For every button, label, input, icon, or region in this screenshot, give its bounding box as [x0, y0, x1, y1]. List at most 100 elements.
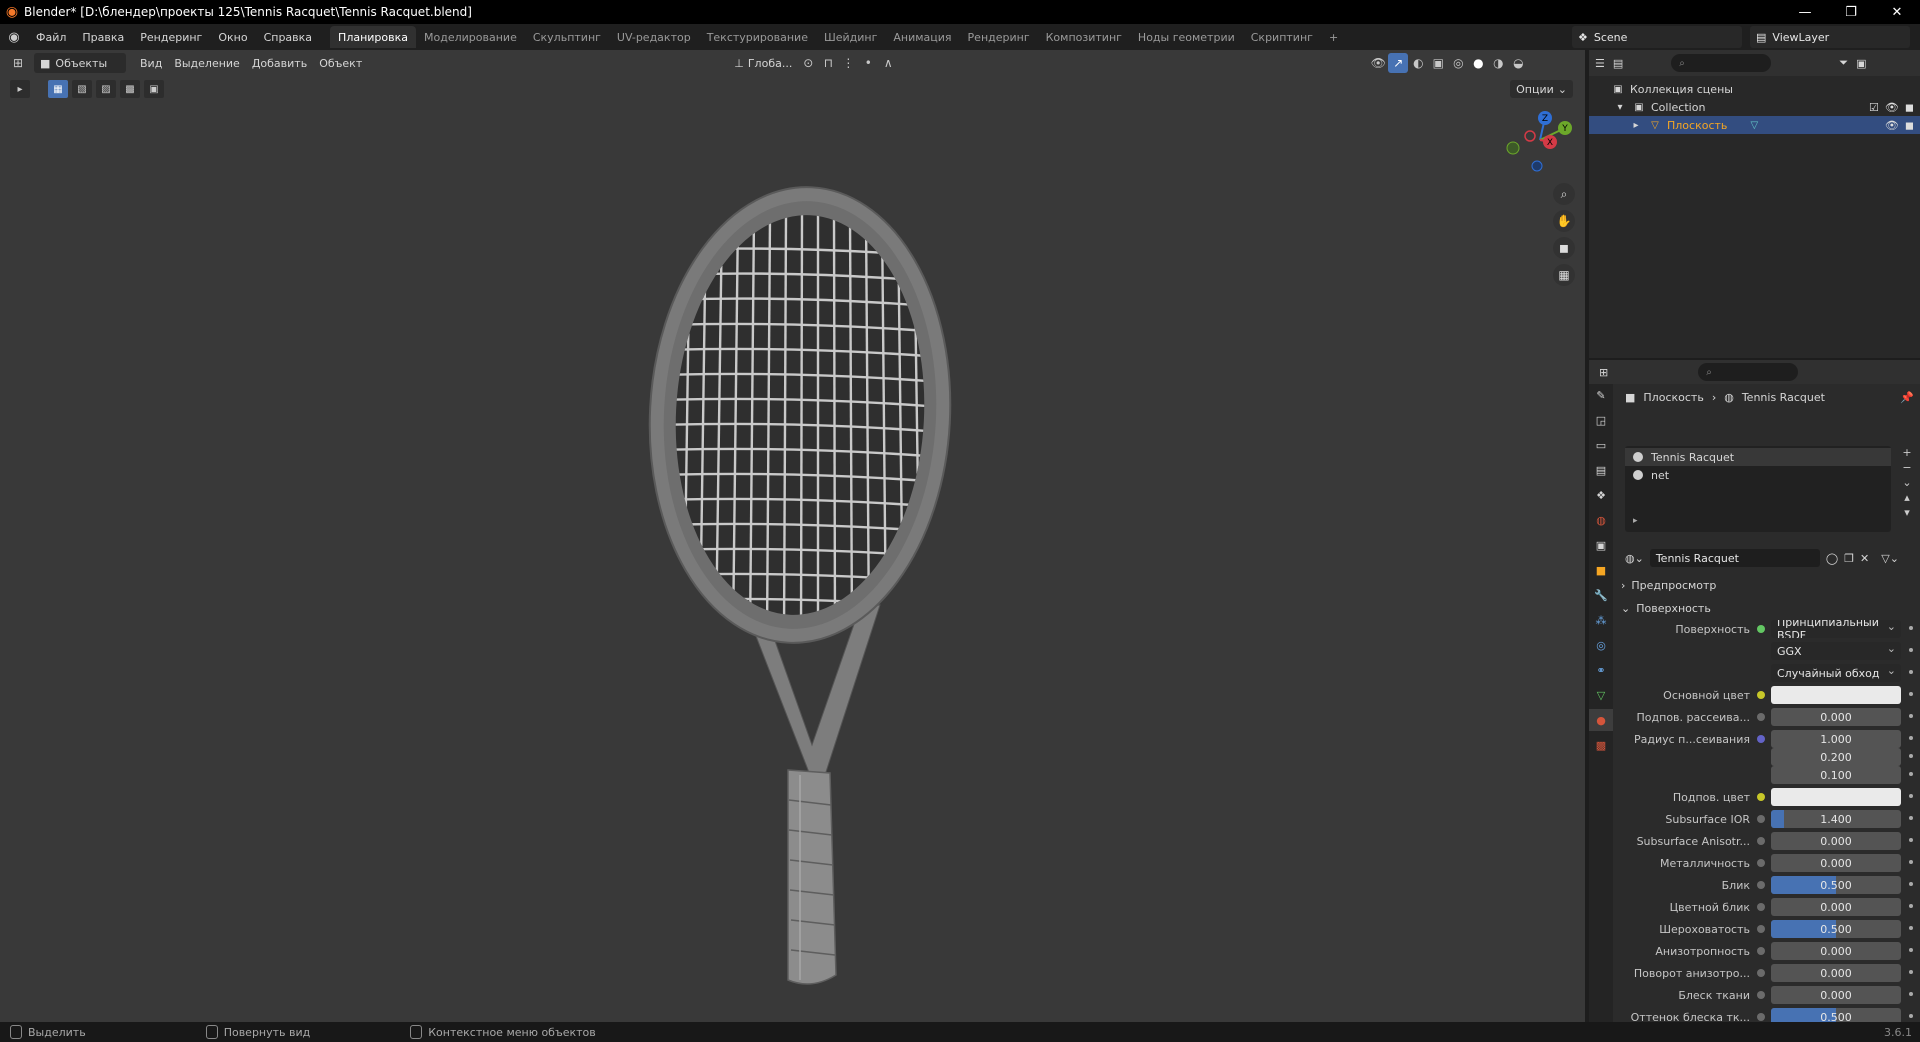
tab-texture-paint[interactable]: Текстурирование — [699, 26, 816, 48]
surface-panel-header[interactable]: ⌄ Поверхность — [1621, 597, 1913, 619]
falloff-icon[interactable]: ∧ — [878, 53, 898, 73]
pivot-point-icon[interactable]: ⊙ — [798, 53, 818, 73]
socket-link-icon[interactable] — [1757, 713, 1765, 721]
maximize-button[interactable]: ❐ — [1828, 0, 1874, 24]
fake-user-icon[interactable]: ◯ — [1826, 552, 1838, 565]
socket-link-icon[interactable] — [1757, 969, 1765, 977]
3d-viewport[interactable]: ⊞ ■ Объекты Вид Выделение Добавить Объек… — [0, 50, 1585, 1022]
render-tab-icon[interactable]: ◲ — [1589, 409, 1613, 431]
display-mode-icon[interactable]: ▤ — [1613, 57, 1623, 70]
shading-material-icon[interactable]: ◑ — [1488, 53, 1508, 73]
world-tab-icon[interactable]: ◍ — [1589, 509, 1613, 531]
menu-select[interactable]: Выделение — [168, 53, 246, 73]
number-slider[interactable]: 1.000 — [1771, 730, 1901, 748]
collection-tab-icon[interactable]: ▣ — [1589, 534, 1613, 556]
exclude-checkbox-icon[interactable]: ☑ — [1869, 101, 1879, 114]
tennis-racket-model[interactable] — [640, 175, 960, 1005]
select-intersect-icon[interactable]: ▣ — [144, 80, 164, 98]
texture-tab-icon[interactable]: ▩ — [1589, 734, 1613, 756]
options-dropdown[interactable]: Опции ⌄ — [1510, 80, 1573, 98]
outliner-editor-icon[interactable]: ☰ — [1595, 57, 1605, 70]
camera-view-icon[interactable]: ◼ — [1553, 237, 1575, 259]
keyframe-dot-icon[interactable] — [1909, 772, 1913, 776]
dropdown-select[interactable]: GGX — [1771, 642, 1901, 660]
scene-selector[interactable]: ❖ Scene — [1572, 26, 1742, 48]
render-camera-icon[interactable]: ◼ — [1905, 119, 1914, 132]
duplicate-material-icon[interactable]: ❐ — [1844, 552, 1854, 565]
tab-animation[interactable]: Анимация — [885, 26, 959, 48]
keyframe-dot-icon[interactable] — [1909, 1014, 1913, 1018]
tool-tab-icon[interactable]: ✎ — [1589, 384, 1613, 406]
navigation-gizmo[interactable]: Z Y X — [1500, 100, 1580, 180]
color-swatch[interactable] — [1771, 788, 1901, 806]
keyframe-dot-icon[interactable] — [1909, 714, 1913, 718]
number-slider[interactable]: 0.500 — [1771, 876, 1901, 894]
tab-sculpting[interactable]: Скульптинг — [525, 26, 609, 48]
slot-specials-icon[interactable]: ⌄ — [1902, 476, 1911, 489]
shading-solid-icon[interactable]: ● — [1468, 53, 1488, 73]
socket-link-icon[interactable] — [1757, 903, 1765, 911]
menu-window[interactable]: Окно — [210, 26, 255, 48]
filter-icon[interactable]: ⏷ — [1839, 56, 1848, 70]
object-row-plane[interactable]: ▸ ▽ Плоскость ▽ 👁 ◼ — [1589, 116, 1920, 134]
hide-eye-icon[interactable]: 👁 — [1885, 119, 1899, 132]
collection-row[interactable]: ▾ ▣ Collection ☑ 👁 ◼ — [1589, 98, 1920, 116]
particles-tab-icon[interactable]: ⁂ — [1589, 609, 1613, 631]
socket-link-icon[interactable] — [1757, 691, 1765, 699]
shading-rendered-icon[interactable]: ◒ — [1508, 53, 1528, 73]
material-slot[interactable]: Tennis Racquet — [1625, 448, 1891, 466]
data-tab-icon[interactable]: ▽ — [1589, 684, 1613, 706]
menu-add[interactable]: Добавить — [246, 53, 313, 73]
move-down-icon[interactable]: ▾ — [1904, 506, 1910, 519]
number-slider[interactable]: 1.400 — [1771, 810, 1901, 828]
menu-file[interactable]: Файл — [28, 26, 74, 48]
tool-select-icon[interactable]: ▸ — [10, 80, 30, 98]
number-slider[interactable]: 0.000 — [1771, 708, 1901, 726]
tab-modeling[interactable]: Моделирование — [416, 26, 525, 48]
material-slot[interactable]: net — [1625, 466, 1891, 484]
add-slot-button[interactable]: + — [1902, 446, 1911, 459]
keyframe-dot-icon[interactable] — [1909, 692, 1913, 696]
material-slot-list[interactable]: Tennis Racquet net ▸ — [1625, 446, 1891, 532]
socket-link-icon[interactable] — [1757, 991, 1765, 999]
output-tab-icon[interactable]: ▭ — [1589, 434, 1613, 456]
object-tab-icon[interactable]: ■ — [1589, 559, 1613, 581]
properties-editor-icon[interactable]: ⊞ — [1599, 366, 1608, 379]
keyframe-dot-icon[interactable] — [1909, 838, 1913, 842]
editor-type-icon[interactable]: ⊞ — [8, 53, 28, 73]
tab-uv-editing[interactable]: UV-редактор — [609, 26, 699, 48]
scene-tab-icon[interactable]: ❖ — [1589, 484, 1613, 506]
keyframe-dot-icon[interactable] — [1909, 882, 1913, 886]
select-subtract-icon[interactable]: ▨ — [96, 80, 116, 98]
gizmo-neg-y[interactable] — [1506, 141, 1520, 155]
scene-collection-row[interactable]: ▣ Коллекция сцены — [1589, 80, 1920, 98]
dropdown-select[interactable]: Случайный обход — [1771, 664, 1901, 682]
socket-link-icon[interactable] — [1757, 947, 1765, 955]
keyframe-dot-icon[interactable] — [1909, 626, 1913, 630]
menu-edit[interactable]: Правка — [74, 26, 132, 48]
unlink-material-icon[interactable]: ✕ — [1860, 552, 1869, 565]
socket-link-icon[interactable] — [1757, 1013, 1765, 1021]
socket-link-icon[interactable] — [1757, 925, 1765, 933]
keyframe-dot-icon[interactable] — [1909, 948, 1913, 952]
socket-link-icon[interactable] — [1757, 625, 1765, 633]
socket-link-icon[interactable] — [1757, 859, 1765, 867]
tab-geometry-nodes[interactable]: Ноды геометрии — [1130, 26, 1243, 48]
keyframe-dot-icon[interactable] — [1909, 648, 1913, 652]
material-tab-icon[interactable]: ● — [1589, 709, 1613, 731]
move-up-icon[interactable]: ▴ — [1904, 491, 1910, 504]
socket-link-icon[interactable] — [1757, 881, 1765, 889]
constraints-tab-icon[interactable]: ⚭ — [1589, 659, 1613, 681]
tab-shading[interactable]: Шейдинг — [816, 26, 885, 48]
view-layer-selector[interactable]: ▤ ViewLayer — [1750, 26, 1910, 48]
tab-layout[interactable]: Планировка — [330, 26, 417, 48]
pin-icon[interactable]: 📌 — [1900, 391, 1914, 404]
tab-scripting[interactable]: Скриптинг — [1243, 26, 1321, 48]
select-new-icon[interactable]: ▦ — [48, 80, 68, 98]
blender-menu-icon[interactable]: ◉ — [0, 24, 28, 50]
zoom-icon[interactable]: ⌕ — [1553, 183, 1575, 205]
socket-link-icon[interactable] — [1757, 793, 1765, 801]
browse-material-icon[interactable]: ◍⌄ — [1625, 552, 1644, 565]
list-expand-icon[interactable]: ▸ — [1633, 516, 1638, 526]
keyframe-dot-icon[interactable] — [1909, 816, 1913, 820]
